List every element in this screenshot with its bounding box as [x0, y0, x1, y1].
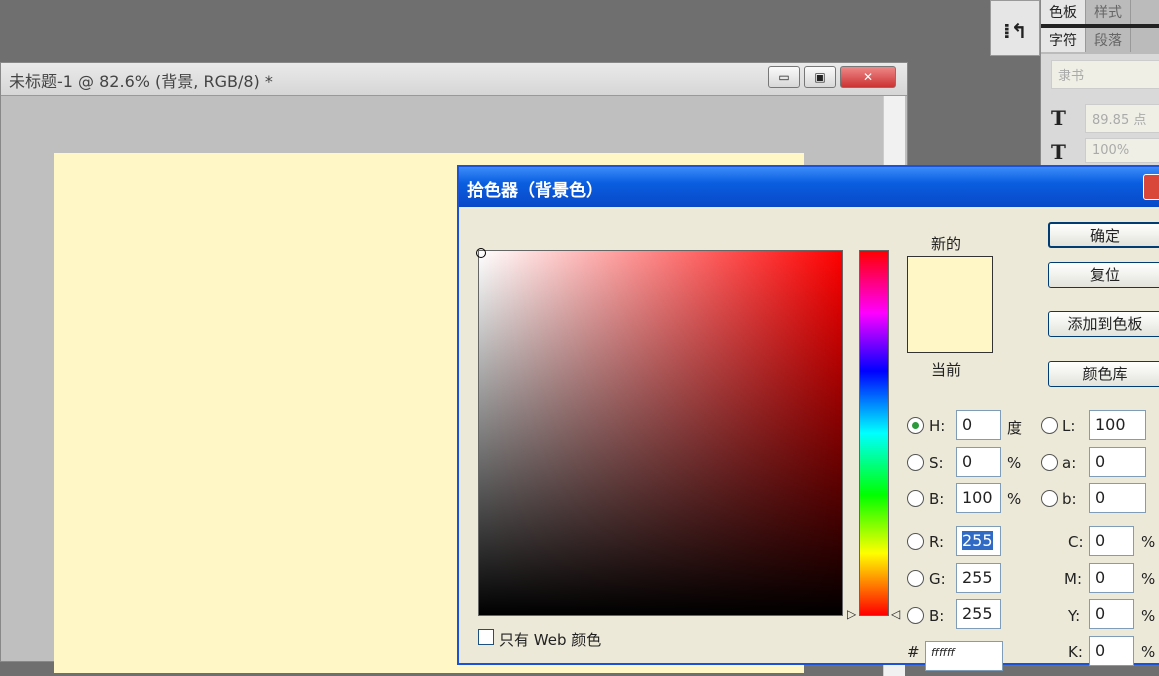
h-unit: 度 [1007, 417, 1022, 438]
radio-a[interactable] [1041, 454, 1058, 471]
b-input[interactable]: 100 [956, 483, 1001, 513]
web-only-label: 只有 Web 颜色 [499, 629, 601, 650]
k-unit: % [1141, 643, 1155, 661]
s-label: S: [929, 454, 944, 472]
r-input[interactable]: 255 [956, 526, 1001, 556]
h-label: H: [929, 417, 945, 435]
radio-lab-b[interactable] [1041, 490, 1058, 507]
k-label: K: [1068, 643, 1083, 661]
c-unit: % [1141, 533, 1155, 551]
minimize-button[interactable]: ▭ [768, 66, 800, 88]
radio-l[interactable] [1041, 417, 1058, 434]
g-label: G: [929, 570, 946, 588]
radio-s[interactable] [907, 454, 924, 471]
radio-h[interactable] [907, 417, 924, 434]
r-label: R: [929, 533, 944, 551]
l-label: L: [1062, 417, 1075, 435]
reset-button[interactable]: 复位 [1048, 262, 1159, 288]
add-to-swatches-button[interactable]: 添加到色板 [1048, 311, 1159, 337]
hue-slider-right-arrow[interactable]: ◁ [891, 607, 900, 621]
hex-label: # [907, 643, 920, 661]
rgb-b-input[interactable]: 255 [956, 599, 1001, 629]
vertical-scale-icon: T [1051, 140, 1066, 164]
y-input[interactable]: 0 [1089, 599, 1134, 629]
r-value: 255 [962, 531, 993, 550]
y-unit: % [1141, 607, 1155, 625]
hex-input[interactable]: ffffff [925, 641, 1003, 671]
g-input[interactable]: 255 [956, 563, 1001, 593]
s-input[interactable]: 0 [956, 447, 1001, 477]
c-input[interactable]: 0 [1089, 526, 1134, 556]
history-icon[interactable]: ⁞↰ [1003, 19, 1027, 43]
hue-slider-left-arrow[interactable]: ▷ [847, 607, 856, 621]
dialog-close-button[interactable] [1143, 174, 1159, 200]
radio-r[interactable] [907, 533, 924, 550]
dialog-title: 拾色器（背景色） [459, 167, 1159, 207]
maximize-button[interactable]: ▣ [804, 66, 836, 88]
new-label: 新的 [931, 233, 961, 254]
lab-b-label: b: [1062, 490, 1077, 508]
new-current-swatch [907, 256, 993, 353]
color-field[interactable] [478, 250, 843, 616]
font-size-icon: T [1051, 106, 1066, 130]
k-input[interactable]: 0 [1089, 636, 1134, 666]
tab-swatches[interactable]: 色板 [1041, 0, 1086, 24]
lab-b-input[interactable]: 0 [1089, 483, 1146, 513]
history-panel-icon-strip: ⁞↰ [990, 0, 1040, 56]
color-libraries-button[interactable]: 颜色库 [1048, 361, 1159, 387]
c-label: C: [1068, 533, 1084, 551]
character-panel: 色板样式 字符段落 隶书 T 89.85 点 T 100% [1040, 0, 1159, 170]
s-unit: % [1007, 454, 1021, 472]
font-family-field[interactable]: 隶书 [1051, 60, 1159, 89]
close-button[interactable]: ✕ [840, 66, 896, 88]
radio-b[interactable] [907, 490, 924, 507]
b-unit: % [1007, 490, 1021, 508]
h-input[interactable]: 0 [956, 410, 1001, 440]
l-input[interactable]: 100 [1089, 410, 1146, 440]
hue-slider[interactable] [859, 250, 889, 616]
current-label: 当前 [931, 359, 961, 380]
m-unit: % [1141, 570, 1155, 588]
vertical-scale-field[interactable]: 100% [1085, 138, 1159, 163]
m-input[interactable]: 0 [1089, 563, 1134, 593]
color-field-cursor[interactable] [476, 248, 486, 258]
color-picker-dialog: 拾色器（背景色） ▷ ◁ 新的 当前 确定 复位 添加到色板 颜色库 H: 0 … [457, 165, 1159, 665]
web-only-checkbox[interactable] [478, 629, 494, 645]
tab-styles[interactable]: 样式 [1086, 0, 1131, 24]
b-label: B: [929, 490, 944, 508]
rgb-b-label: B: [929, 607, 944, 625]
font-size-field[interactable]: 89.85 点 [1085, 104, 1159, 133]
tab-paragraph[interactable]: 段落 [1086, 28, 1131, 52]
radio-rgb-b[interactable] [907, 607, 924, 624]
y-label: Y: [1068, 607, 1080, 625]
a-input[interactable]: 0 [1089, 447, 1146, 477]
ok-button[interactable]: 确定 [1048, 222, 1159, 248]
tab-character[interactable]: 字符 [1041, 28, 1086, 52]
radio-g[interactable] [907, 570, 924, 587]
a-label: a: [1062, 454, 1076, 472]
m-label: M: [1064, 570, 1082, 588]
